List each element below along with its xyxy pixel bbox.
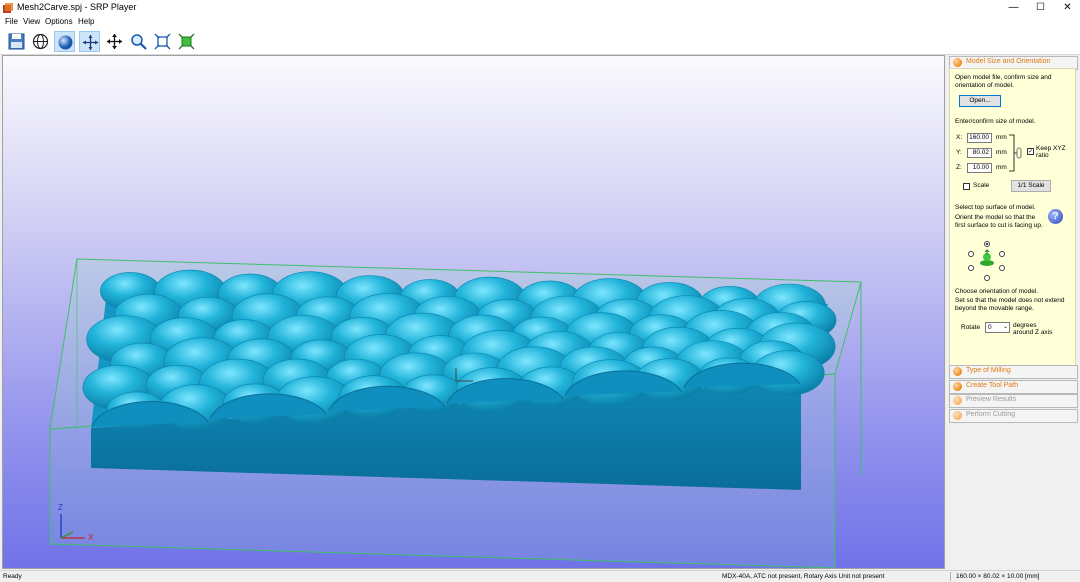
section-orb-icon <box>953 396 962 405</box>
range-instructions: Set so that the model does not extend be… <box>955 297 1065 312</box>
section-label: Perform Cutting <box>966 411 1016 418</box>
toolbar <box>0 29 1080 55</box>
orientation-model-icon <box>980 249 994 266</box>
rotate-value: 0 <box>988 324 992 331</box>
section-label: Model Size and Orientation <box>966 58 1051 65</box>
fit-selection-button[interactable] <box>176 31 197 52</box>
x-axis-label: X <box>88 533 94 542</box>
choose-orientation-text: Choose orientation of model. <box>955 288 1039 295</box>
section-type-of-milling[interactable]: Type of Milling <box>949 365 1078 379</box>
z-axis-label: Z <box>58 503 63 512</box>
keep-ratio-checkbox[interactable]: ✓ <box>1027 148 1034 155</box>
menu-help[interactable]: Help <box>78 17 94 26</box>
status-ready: Ready <box>3 573 22 580</box>
move-button[interactable] <box>104 31 125 52</box>
orientation-radio-left[interactable] <box>968 251 974 257</box>
y-label: Y: <box>956 149 962 156</box>
orient-instructions: Orient the model so that the first surfa… <box>955 214 1043 229</box>
orientation-radio-top[interactable] <box>984 241 990 247</box>
orientation-radio-right[interactable] <box>999 251 1005 257</box>
menu-bar: File View Options Help <box>0 16 1080 29</box>
section-label: Type of Milling <box>966 367 1011 374</box>
minimize-button[interactable]: — <box>1000 0 1027 16</box>
one-to-one-scale-button[interactable]: 1/1 Scale <box>1011 180 1051 192</box>
fit-selection-icon <box>178 33 195 50</box>
shaded-view-button[interactable] <box>54 31 75 52</box>
x-unit: mm <box>996 134 1007 141</box>
title-bar: Mesh2Carve.spj - SRP Player — ☐ ✕ <box>0 0 1080 16</box>
scale-label: Scale <box>973 182 990 189</box>
top-surface-instructions: Select top surface of model. <box>955 204 1036 211</box>
fit-icon <box>154 33 171 50</box>
scale-checkbox[interactable] <box>963 183 970 190</box>
z-unit: mm <box>996 164 1007 171</box>
model-size-body: Open model file, confirm size and orient… <box>949 68 1076 371</box>
x-label: X: <box>956 134 963 141</box>
model-scene: Z X <box>49 258 862 568</box>
menu-file[interactable]: File <box>5 17 18 26</box>
world-view-button[interactable] <box>30 31 51 52</box>
sphere-icon <box>58 35 73 50</box>
menu-options[interactable]: Options <box>45 17 73 26</box>
x-size-field[interactable]: 160.00 <box>967 133 992 143</box>
window-title: Mesh2Carve.spj - SRP Player <box>17 2 137 12</box>
maximize-button[interactable]: ☐ <box>1027 0 1054 16</box>
section-orb-icon <box>953 382 962 391</box>
y-unit: mm <box>996 149 1007 156</box>
fit-button[interactable] <box>152 31 173 52</box>
close-button[interactable]: ✕ <box>1054 0 1080 16</box>
status-machine: MDX-40A, ATC not present, Rotary Axis Un… <box>722 573 885 580</box>
save-button[interactable] <box>6 31 27 52</box>
app-icon <box>3 3 13 13</box>
pan-icon <box>83 35 98 50</box>
zoom-button[interactable] <box>128 31 149 52</box>
section-perform-cutting[interactable]: Perform Cutting <box>949 409 1078 423</box>
section-label: Create Tool Path <box>966 382 1019 389</box>
section-preview-results[interactable]: Preview Results <box>949 394 1078 408</box>
pan-button[interactable] <box>79 31 100 52</box>
ratio-bracket-icon <box>1009 134 1022 172</box>
save-icon <box>8 33 25 50</box>
menu-view[interactable]: View <box>23 17 40 26</box>
status-bar: Ready MDX-40A, ATC not present, Rotary A… <box>0 570 1080 582</box>
orientation-radio-lower-left[interactable] <box>968 265 974 271</box>
help-button[interactable]: ? <box>1048 209 1063 224</box>
model-viewport[interactable]: Z X <box>2 55 945 569</box>
rotate-label: Rotate <box>961 324 981 331</box>
orientation-radio-lower-right[interactable] <box>999 265 1005 271</box>
section-orb-icon <box>953 367 962 376</box>
move-icon <box>107 34 122 49</box>
section-orb-icon <box>953 58 962 67</box>
degrees-text: degrees around Z axis <box>1013 322 1053 336</box>
size-instructions: Enter/confirm size of model. <box>955 118 1036 125</box>
status-model-size: 160.00 × 80.02 × 10.00 [mm] <box>956 573 1040 580</box>
z-size-field[interactable]: 10.00 <box>967 163 992 173</box>
section-create-tool-path[interactable]: Create Tool Path <box>949 380 1078 394</box>
section-label: Preview Results <box>966 396 1017 403</box>
y-size-field[interactable]: 80.02 <box>967 148 992 158</box>
globe-icon <box>32 33 49 50</box>
side-panel: Model Size and Orientation Open model fi… <box>948 55 1078 569</box>
status-separator <box>950 572 951 581</box>
chevron-down-icon: ⌄ <box>1002 324 1008 330</box>
orientation-radio-bottom[interactable] <box>984 275 990 281</box>
rotate-select[interactable]: 0 ⌄ <box>985 322 1010 333</box>
section-orb-icon <box>953 411 962 420</box>
open-button[interactable]: Open... <box>959 95 1001 107</box>
keep-ratio-label: Keep XYZ ratio <box>1036 145 1066 159</box>
zoom-icon <box>131 34 147 50</box>
z-label: Z: <box>956 164 962 171</box>
open-instructions: Open model file, confirm size and orient… <box>955 74 1052 89</box>
